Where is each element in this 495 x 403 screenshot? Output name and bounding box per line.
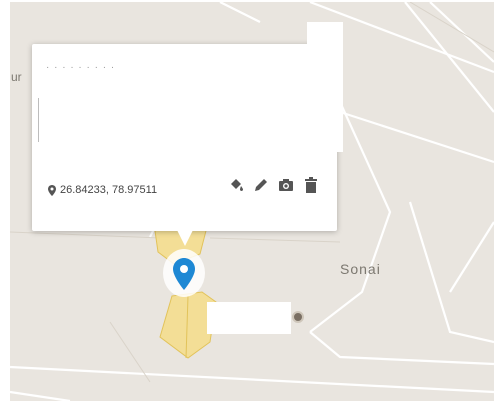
place-label-edge: ur bbox=[11, 70, 22, 84]
popup-toolbar bbox=[228, 176, 319, 194]
location-pin-icon bbox=[48, 184, 56, 196]
info-popup: · · · · · · · · · x 26.84233, 78.97511 bbox=[32, 44, 337, 231]
coordinates-text: 26.84233, 78.97511 bbox=[60, 184, 158, 196]
pencil-icon[interactable] bbox=[253, 176, 269, 194]
popup-tail bbox=[176, 228, 194, 246]
trash-icon[interactable] bbox=[303, 176, 319, 194]
popup-side-panel bbox=[307, 22, 343, 152]
label-placeholder-box bbox=[207, 302, 291, 334]
description-textarea[interactable] bbox=[38, 98, 328, 142]
camera-icon[interactable] bbox=[278, 176, 294, 194]
coordinates-readout: 26.84233, 78.97511 bbox=[48, 184, 157, 196]
map-marker-icon[interactable] bbox=[173, 258, 195, 290]
place-label-sonai: Sonai bbox=[340, 261, 381, 277]
paint-bucket-icon[interactable] bbox=[228, 176, 244, 194]
poi-marker-icon[interactable] bbox=[292, 311, 304, 323]
popup-title: · · · · · · · · · bbox=[46, 62, 116, 72]
